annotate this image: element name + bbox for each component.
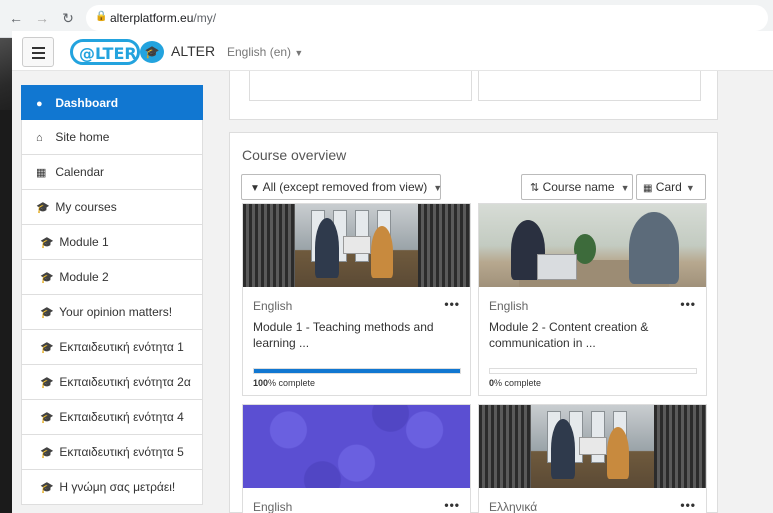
course-pattern-image bbox=[243, 405, 470, 488]
graduation-cap-icon: 🎓 bbox=[36, 202, 50, 214]
progress-text: 0% complete bbox=[489, 378, 542, 388]
course-name-link[interactable]: Module 2 - Content creation & communicat… bbox=[489, 319, 694, 351]
graduation-cap-icon: 🎓 bbox=[40, 237, 54, 249]
sort-icon: ⇅ bbox=[530, 182, 540, 194]
course-category: English bbox=[253, 299, 293, 313]
block-card bbox=[249, 71, 472, 101]
menu-toggle-button[interactable] bbox=[22, 37, 54, 67]
sort-dropdown[interactable]: ⇅ Course name ▼ bbox=[521, 174, 633, 200]
sidebar-item-your-opinion[interactable]: 🎓 Your opinion matters! bbox=[21, 295, 203, 330]
top-navbar: @LTER 🎓 ALTER English (en) ▼ bbox=[12, 31, 773, 71]
course-menu-icon[interactable]: ••• bbox=[680, 498, 696, 512]
sidebar-item-label: Dashboard bbox=[55, 96, 119, 110]
sidebar-item-my-courses[interactable]: 🎓 My courses bbox=[21, 190, 203, 225]
sidebar-item-label: Η γνώμη σας μετράει! bbox=[59, 480, 176, 494]
sidebar-item-label: Εκπαιδευτική ενότητα 1 bbox=[59, 340, 184, 354]
course-image bbox=[479, 204, 706, 287]
reload-icon[interactable]: ↻ bbox=[60, 10, 76, 26]
course-card[interactable]: English ••• Module 2 - Content creation … bbox=[478, 203, 707, 396]
graduation-cap-icon: 🎓 bbox=[40, 482, 54, 494]
progress-bar bbox=[253, 368, 461, 374]
sidebar-item-label: Εκπαιδευτική ενότητα 2α bbox=[59, 375, 191, 389]
filter-icon: ▼ bbox=[250, 183, 260, 194]
sidebar-item-unit-2a[interactable]: 🎓 Εκπαιδευτική ενότητα 2α bbox=[21, 365, 203, 400]
course-menu-icon[interactable]: ••• bbox=[444, 498, 460, 512]
graduation-cap-icon: 🎓 bbox=[40, 377, 54, 389]
language-menu[interactable]: English (en) ▼ bbox=[227, 45, 303, 59]
sidebar-item-unit-4[interactable]: 🎓 Εκπαιδευτική ενότητα 4 bbox=[21, 400, 203, 435]
graduation-cap-icon: 🎓 bbox=[140, 41, 164, 63]
sidebar-item-calendar[interactable]: ▦ Calendar bbox=[21, 155, 203, 190]
course-category: English bbox=[489, 299, 529, 313]
sidebar-item-label: Εκπαιδευτική ενότητα 5 bbox=[59, 445, 184, 459]
sidebar-item-label: Module 1 bbox=[59, 235, 109, 249]
course-image bbox=[243, 204, 470, 287]
course-menu-icon[interactable]: ••• bbox=[444, 297, 460, 311]
graduation-cap-icon: 🎓 bbox=[40, 272, 54, 284]
address-bar[interactable]: 🔒 alterplatform.eu/my/ bbox=[86, 5, 768, 31]
course-overview-block: Course overview ▼ All (except removed fr… bbox=[229, 132, 718, 513]
nav-drawer: ● Dashboard ⌂ Site home ▦ Calendar 🎓 My … bbox=[21, 85, 203, 505]
home-icon: ⌂ bbox=[36, 132, 43, 144]
graduation-cap-icon: 🎓 bbox=[40, 342, 54, 354]
sidebar-item-label: Site home bbox=[55, 130, 110, 144]
grid-icon: ▦ bbox=[643, 183, 653, 194]
block-card bbox=[478, 71, 701, 101]
progress-bar bbox=[489, 368, 697, 374]
alter-logo[interactable]: @LTER 🎓 bbox=[70, 39, 166, 65]
course-name-link[interactable]: Module 1 - Teaching methods and learning… bbox=[253, 319, 458, 351]
grouping-filter-dropdown[interactable]: ▼ All (except removed from view) ▼ bbox=[241, 174, 442, 200]
sidebar-item-label: Calendar bbox=[55, 165, 105, 179]
calendar-icon: ▦ bbox=[36, 167, 47, 179]
sidebar-item-label: Εκπαιδευτική ενότητα 4 bbox=[59, 410, 184, 424]
graduation-cap-icon: 🎓 bbox=[40, 412, 54, 424]
graduation-cap-icon: 🎓 bbox=[40, 447, 54, 459]
sidebar-item-label: Your opinion matters! bbox=[59, 305, 173, 319]
sidebar-item-dashboard[interactable]: ● Dashboard bbox=[21, 85, 203, 120]
course-category: Ελληνικά bbox=[489, 500, 538, 513]
dashboard-icon: ● bbox=[36, 98, 43, 110]
sidebar-item-label: My courses bbox=[55, 200, 117, 214]
previous-block bbox=[229, 71, 718, 120]
lock-icon: 🔒 bbox=[95, 11, 108, 22]
view-mode-dropdown[interactable]: ▦ Card ▼ bbox=[636, 174, 706, 200]
url-text: alterplatform.eu/my/ bbox=[110, 11, 217, 25]
arrow-left-icon[interactable]: ← bbox=[8, 10, 24, 26]
course-card[interactable]: English ••• Module 1 - Teaching methods … bbox=[242, 203, 471, 396]
progress-text: 100% complete bbox=[253, 378, 316, 388]
sidebar-item-site-home[interactable]: ⌂ Site home bbox=[21, 120, 203, 155]
sidebar-item-module-2[interactable]: 🎓 Module 2 bbox=[21, 260, 203, 295]
course-card[interactable]: Ελληνικά ••• bbox=[478, 404, 707, 513]
sidebar-item-unit-1[interactable]: 🎓 Εκπαιδευτική ενότητα 1 bbox=[21, 330, 203, 365]
sidebar-item-greek-opinion[interactable]: 🎓 Η γνώμη σας μετράει! bbox=[21, 470, 203, 505]
sidebar-item-unit-5[interactable]: 🎓 Εκπαιδευτική ενότητα 5 bbox=[21, 435, 203, 470]
course-card[interactable]: English ••• bbox=[242, 404, 471, 513]
sidebar-item-module-1[interactable]: 🎓 Module 1 bbox=[21, 225, 203, 260]
arrow-right-icon[interactable]: → bbox=[34, 10, 50, 26]
site-name[interactable]: ALTER bbox=[171, 43, 215, 59]
course-menu-icon[interactable]: ••• bbox=[680, 297, 696, 311]
sidebar-item-label: Module 2 bbox=[59, 270, 109, 284]
course-image bbox=[479, 405, 706, 488]
graduation-cap-icon: 🎓 bbox=[40, 307, 54, 319]
course-category: English bbox=[253, 500, 293, 513]
course-overview-title: Course overview bbox=[242, 147, 347, 163]
